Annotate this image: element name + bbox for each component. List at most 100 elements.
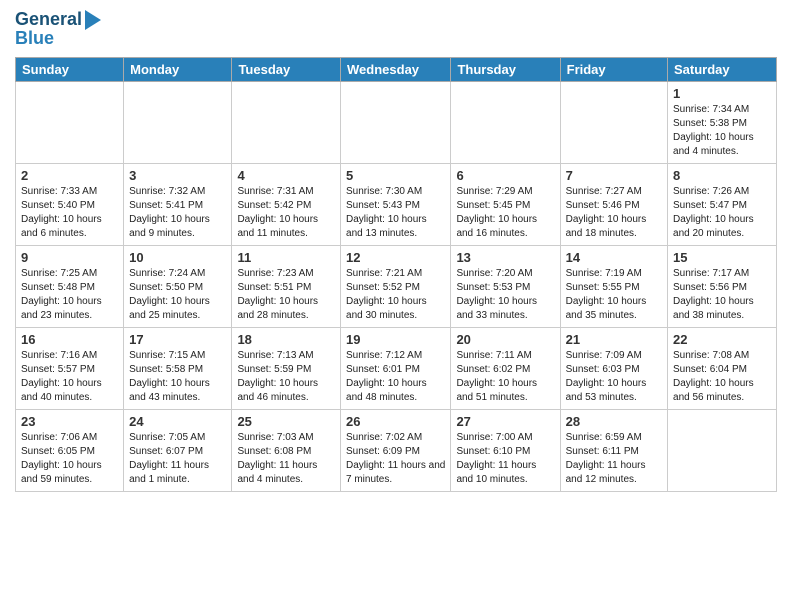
calendar-cell: 27Sunrise: 7:00 AM Sunset: 6:10 PM Dayli… [451, 410, 560, 492]
day-info: Sunrise: 7:29 AM Sunset: 5:45 PM Dayligh… [456, 185, 554, 241]
day-info: Sunrise: 7:08 AM Sunset: 6:04 PM Dayligh… [673, 349, 771, 405]
calendar-cell: 22 Sunrise: 7:08 AM Sunset: 6:04 PM Dayli… [668, 328, 777, 410]
day-info: Sunrise: 7:31 AM Sunset: 5:42 PM Dayligh… [237, 185, 335, 241]
day-number: 13 [456, 250, 554, 265]
calendar-day-header: Thursday [451, 58, 560, 82]
day-number: 15 [673, 250, 771, 265]
calendar-week-row: 1Sunrise: 7:34 AM Sunset: 5:38 PM Daylig… [16, 82, 777, 164]
calendar-cell: 20 Sunrise: 7:11 AM Sunset: 6:02 PM Dayli… [451, 328, 560, 410]
calendar-week-row: 16 Sunrise: 7:16 AM Sunset: 5:57 PM Dayli… [16, 328, 777, 410]
calendar-cell [232, 82, 341, 164]
calendar-cell: 25 Sunrise: 7:03 AM Sunset: 6:08 PM Dayli… [232, 410, 341, 492]
day-number: 16 [21, 332, 118, 347]
calendar-cell: 21 Sunrise: 7:09 AM Sunset: 6:03 PM Dayli… [560, 328, 667, 410]
day-info: Sunrise: 7:32 AM Sunset: 5:41 PM Dayligh… [129, 185, 226, 241]
calendar-day-header: Monday [124, 58, 232, 82]
calendar-week-row: 2Sunrise: 7:33 AM Sunset: 5:40 PM Daylig… [16, 164, 777, 246]
day-number: 6 [456, 168, 554, 183]
day-info: Sunrise: 7:23 AM Sunset: 5:51 PM Dayligh… [237, 267, 335, 323]
day-number: 8 [673, 168, 771, 183]
day-info: Sunrise: 7:24 AM Sunset: 5:50 PM Dayligh… [129, 267, 226, 323]
day-info: Sunrise: 6:59 AM Sunset: 6:11 PM Dayligh… [566, 431, 662, 487]
day-info: Sunrise: 7:09 AM Sunset: 6:03 PM Dayligh… [566, 349, 662, 405]
header: General Blue [15, 10, 777, 49]
day-number: 4 [237, 168, 335, 183]
calendar-cell: 13Sunrise: 7:20 AM Sunset: 5:53 PM Dayli… [451, 246, 560, 328]
day-number: 7 [566, 168, 662, 183]
calendar-day-header: Tuesday [232, 58, 341, 82]
calendar-cell [668, 410, 777, 492]
day-number: 2 [21, 168, 118, 183]
calendar-cell: 5 Sunrise: 7:30 AM Sunset: 5:43 PM Daylig… [341, 164, 451, 246]
day-number: 17 [129, 332, 226, 347]
day-number: 19 [346, 332, 445, 347]
day-number: 23 [21, 414, 118, 429]
day-info: Sunrise: 7:00 AM Sunset: 6:10 PM Dayligh… [456, 431, 554, 487]
day-number: 21 [566, 332, 662, 347]
calendar-cell: 15 Sunrise: 7:17 AM Sunset: 5:56 PM Dayli… [668, 246, 777, 328]
page-container: General Blue SundayMondayTuesdayWednesda… [0, 0, 792, 502]
day-number: 10 [129, 250, 226, 265]
day-info: Sunrise: 7:16 AM Sunset: 5:57 PM Dayligh… [21, 349, 118, 405]
calendar-cell: 8 Sunrise: 7:26 AM Sunset: 5:47 PM Daylig… [668, 164, 777, 246]
calendar-day-header: Wednesday [341, 58, 451, 82]
calendar-cell: 4 Sunrise: 7:31 AM Sunset: 5:42 PM Daylig… [232, 164, 341, 246]
day-number: 9 [21, 250, 118, 265]
calendar-week-row: 23 Sunrise: 7:06 AM Sunset: 6:05 PM Dayli… [16, 410, 777, 492]
day-number: 18 [237, 332, 335, 347]
calendar-cell [16, 82, 124, 164]
calendar-cell: 10 Sunrise: 7:24 AM Sunset: 5:50 PM Dayli… [124, 246, 232, 328]
calendar-cell: 18 Sunrise: 7:13 AM Sunset: 5:59 PM Dayli… [232, 328, 341, 410]
day-number: 11 [237, 250, 335, 265]
day-info: Sunrise: 7:06 AM Sunset: 6:05 PM Dayligh… [21, 431, 118, 487]
calendar-week-row: 9 Sunrise: 7:25 AM Sunset: 5:48 PM Daylig… [16, 246, 777, 328]
calendar-day-header: Friday [560, 58, 667, 82]
calendar-cell [341, 82, 451, 164]
day-number: 22 [673, 332, 771, 347]
day-number: 25 [237, 414, 335, 429]
calendar-day-header: Saturday [668, 58, 777, 82]
calendar-cell: 9 Sunrise: 7:25 AM Sunset: 5:48 PM Daylig… [16, 246, 124, 328]
day-info: Sunrise: 7:27 AM Sunset: 5:46 PM Dayligh… [566, 185, 662, 241]
calendar-cell: 7 Sunrise: 7:27 AM Sunset: 5:46 PM Daylig… [560, 164, 667, 246]
day-number: 12 [346, 250, 445, 265]
day-info: Sunrise: 7:03 AM Sunset: 6:08 PM Dayligh… [237, 431, 335, 487]
calendar-cell: 28 Sunrise: 6:59 AM Sunset: 6:11 PM Dayli… [560, 410, 667, 492]
day-info: Sunrise: 7:30 AM Sunset: 5:43 PM Dayligh… [346, 185, 445, 241]
day-number: 28 [566, 414, 662, 429]
day-info: Sunrise: 7:12 AM Sunset: 6:01 PM Dayligh… [346, 349, 445, 405]
calendar-cell: 19 Sunrise: 7:12 AM Sunset: 6:01 PM Dayli… [341, 328, 451, 410]
day-number: 3 [129, 168, 226, 183]
calendar-cell [560, 82, 667, 164]
day-info: Sunrise: 7:15 AM Sunset: 5:58 PM Dayligh… [129, 349, 226, 405]
calendar-cell: 24Sunrise: 7:05 AM Sunset: 6:07 PM Dayli… [124, 410, 232, 492]
day-number: 20 [456, 332, 554, 347]
calendar-day-header: Sunday [16, 58, 124, 82]
day-number: 26 [346, 414, 445, 429]
calendar-cell: 1Sunrise: 7:34 AM Sunset: 5:38 PM Daylig… [668, 82, 777, 164]
logo-blue: Blue [15, 28, 101, 49]
day-info: Sunrise: 7:25 AM Sunset: 5:48 PM Dayligh… [21, 267, 118, 323]
calendar-cell: 3 Sunrise: 7:32 AM Sunset: 5:41 PM Daylig… [124, 164, 232, 246]
calendar-cell: 17 Sunrise: 7:15 AM Sunset: 5:58 PM Dayli… [124, 328, 232, 410]
day-info: Sunrise: 7:11 AM Sunset: 6:02 PM Dayligh… [456, 349, 554, 405]
logo-text: General [15, 10, 82, 30]
day-number: 1 [673, 86, 771, 101]
logo: General Blue [15, 10, 101, 49]
day-info: Sunrise: 7:21 AM Sunset: 5:52 PM Dayligh… [346, 267, 445, 323]
calendar-cell: 14Sunrise: 7:19 AM Sunset: 5:55 PM Dayli… [560, 246, 667, 328]
day-info: Sunrise: 7:05 AM Sunset: 6:07 PM Dayligh… [129, 431, 226, 487]
calendar-cell: 2Sunrise: 7:33 AM Sunset: 5:40 PM Daylig… [16, 164, 124, 246]
calendar-cell [451, 82, 560, 164]
calendar-cell: 16 Sunrise: 7:16 AM Sunset: 5:57 PM Dayli… [16, 328, 124, 410]
day-info: Sunrise: 7:17 AM Sunset: 5:56 PM Dayligh… [673, 267, 771, 323]
calendar-cell: 6 Sunrise: 7:29 AM Sunset: 5:45 PM Daylig… [451, 164, 560, 246]
calendar-cell [124, 82, 232, 164]
calendar-cell: 26Sunrise: 7:02 AM Sunset: 6:09 PM Dayli… [341, 410, 451, 492]
day-number: 5 [346, 168, 445, 183]
day-info: Sunrise: 7:13 AM Sunset: 5:59 PM Dayligh… [237, 349, 335, 405]
logo-arrow-icon [85, 10, 101, 30]
calendar-cell: 23 Sunrise: 7:06 AM Sunset: 6:05 PM Dayli… [16, 410, 124, 492]
day-info: Sunrise: 7:19 AM Sunset: 5:55 PM Dayligh… [566, 267, 662, 323]
day-info: Sunrise: 7:26 AM Sunset: 5:47 PM Dayligh… [673, 185, 771, 241]
